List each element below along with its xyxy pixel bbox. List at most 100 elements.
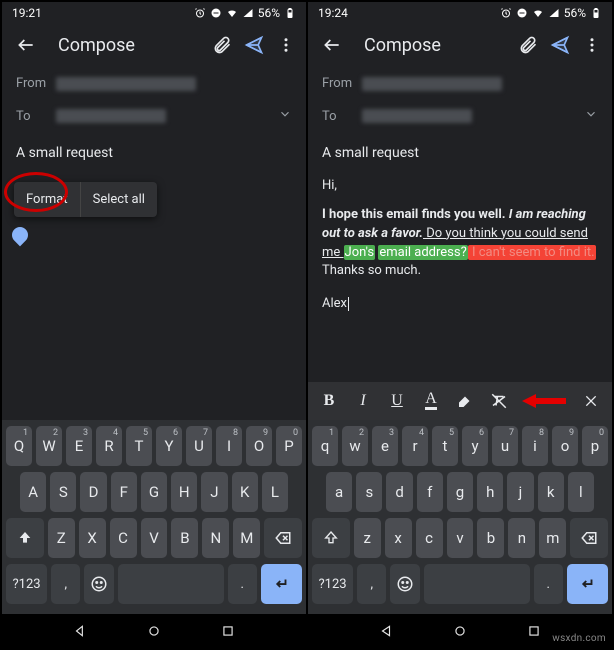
- nav-back-icon[interactable]: [379, 624, 393, 638]
- from-field[interactable]: From: [2, 68, 306, 99]
- send-button[interactable]: [238, 25, 270, 65]
- key-y[interactable]: y6: [462, 426, 488, 466]
- key-c[interactable]: c: [416, 518, 443, 558]
- key-T[interactable]: T5: [126, 426, 152, 466]
- back-button[interactable]: [312, 25, 352, 65]
- key-Y[interactable]: Y6: [156, 426, 182, 466]
- subject-field[interactable]: A small request: [308, 133, 612, 167]
- key-z[interactable]: z: [354, 518, 381, 558]
- key-r[interactable]: r4: [402, 426, 428, 466]
- key-f[interactable]: f: [417, 472, 443, 512]
- key-S[interactable]: S: [50, 472, 76, 512]
- menu-item-select-all[interactable]: Select all: [80, 182, 157, 217]
- comma-key[interactable]: ,: [357, 564, 386, 604]
- key-P[interactable]: P0: [276, 426, 302, 466]
- nav-recent-icon[interactable]: [527, 624, 541, 638]
- key-g[interactable]: g: [447, 472, 473, 512]
- key-s[interactable]: s: [356, 472, 382, 512]
- key-t[interactable]: t5: [432, 426, 458, 466]
- key-Q[interactable]: Q1: [6, 426, 32, 466]
- key-V[interactable]: V: [141, 518, 168, 558]
- to-field[interactable]: To: [308, 99, 612, 133]
- key-p[interactable]: p0: [582, 426, 608, 466]
- send-button[interactable]: [544, 25, 576, 65]
- key-O[interactable]: O9: [246, 426, 272, 466]
- enter-key[interactable]: [261, 564, 302, 604]
- email-body[interactable]: Hi, I hope this email finds you well. I …: [308, 167, 612, 382]
- key-I[interactable]: I8: [216, 426, 242, 466]
- key-G[interactable]: G: [141, 472, 167, 512]
- key-W[interactable]: W2: [36, 426, 62, 466]
- key-d[interactable]: d: [386, 472, 412, 512]
- key-M[interactable]: M: [233, 518, 260, 558]
- emoji-key[interactable]: [84, 564, 113, 604]
- shift-key[interactable]: [312, 518, 350, 558]
- period-key[interactable]: .: [228, 564, 257, 604]
- attach-button[interactable]: [206, 25, 238, 65]
- from-field[interactable]: From: [308, 68, 612, 99]
- key-u[interactable]: u7: [492, 426, 518, 466]
- key-B[interactable]: B: [171, 518, 198, 558]
- overflow-button[interactable]: [270, 25, 302, 65]
- key-C[interactable]: C: [110, 518, 137, 558]
- symbols-key[interactable]: ?123: [6, 564, 47, 604]
- nav-home-icon[interactable]: [453, 624, 467, 638]
- overflow-button[interactable]: [576, 25, 608, 65]
- chevron-down-icon[interactable]: [584, 107, 598, 125]
- nav-recent-icon[interactable]: [221, 624, 235, 638]
- key-h[interactable]: h: [477, 472, 503, 512]
- format-highlight-button[interactable]: [448, 384, 482, 418]
- key-e[interactable]: e3: [372, 426, 398, 466]
- backspace-key[interactable]: [570, 518, 608, 558]
- nav-home-icon[interactable]: [147, 624, 161, 638]
- format-text-color-button[interactable]: A: [414, 384, 448, 418]
- nav-back-icon[interactable]: [73, 624, 87, 638]
- key-A[interactable]: A: [20, 472, 46, 512]
- key-w[interactable]: w2: [342, 426, 368, 466]
- symbols-key[interactable]: ?123: [312, 564, 353, 604]
- backspace-key[interactable]: [264, 518, 302, 558]
- key-J[interactable]: J: [201, 472, 227, 512]
- key-n[interactable]: n: [508, 518, 535, 558]
- key-F[interactable]: F: [111, 472, 137, 512]
- format-underline-button[interactable]: U: [380, 384, 414, 418]
- attach-button[interactable]: [512, 25, 544, 65]
- key-j[interactable]: j: [507, 472, 533, 512]
- key-m[interactable]: m: [539, 518, 566, 558]
- period-key[interactable]: .: [534, 564, 563, 604]
- key-N[interactable]: N: [202, 518, 229, 558]
- comma-key[interactable]: ,: [51, 564, 80, 604]
- format-bold-button[interactable]: B: [312, 384, 346, 418]
- key-o[interactable]: o9: [552, 426, 578, 466]
- key-l[interactable]: l: [568, 472, 594, 512]
- chevron-down-icon[interactable]: [278, 107, 292, 125]
- key-q[interactable]: q1: [312, 426, 338, 466]
- key-E[interactable]: E3: [66, 426, 92, 466]
- key-x[interactable]: x: [385, 518, 412, 558]
- to-field[interactable]: To: [2, 99, 306, 133]
- key-R[interactable]: R4: [96, 426, 122, 466]
- key-K[interactable]: K: [232, 472, 258, 512]
- key-a[interactable]: a: [326, 472, 352, 512]
- key-v[interactable]: v: [447, 518, 474, 558]
- key-U[interactable]: U7: [186, 426, 212, 466]
- key-H[interactable]: H: [171, 472, 197, 512]
- shift-key[interactable]: [6, 518, 44, 558]
- key-Z[interactable]: Z: [48, 518, 75, 558]
- menu-item-format[interactable]: Format: [14, 182, 80, 217]
- key-X[interactable]: X: [79, 518, 106, 558]
- format-close-button[interactable]: [574, 384, 608, 418]
- key-L[interactable]: L: [262, 472, 288, 512]
- format-clear-button[interactable]: [482, 384, 516, 418]
- space-key[interactable]: [118, 564, 224, 604]
- emoji-key[interactable]: [390, 564, 419, 604]
- key-i[interactable]: i8: [522, 426, 548, 466]
- key-k[interactable]: k: [538, 472, 564, 512]
- space-key[interactable]: [424, 564, 530, 604]
- back-button[interactable]: [6, 25, 46, 65]
- format-italic-button[interactable]: I: [346, 384, 380, 418]
- key-D[interactable]: D: [80, 472, 106, 512]
- subject-field[interactable]: A small request: [2, 133, 306, 167]
- enter-key[interactable]: [567, 564, 608, 604]
- key-b[interactable]: b: [477, 518, 504, 558]
